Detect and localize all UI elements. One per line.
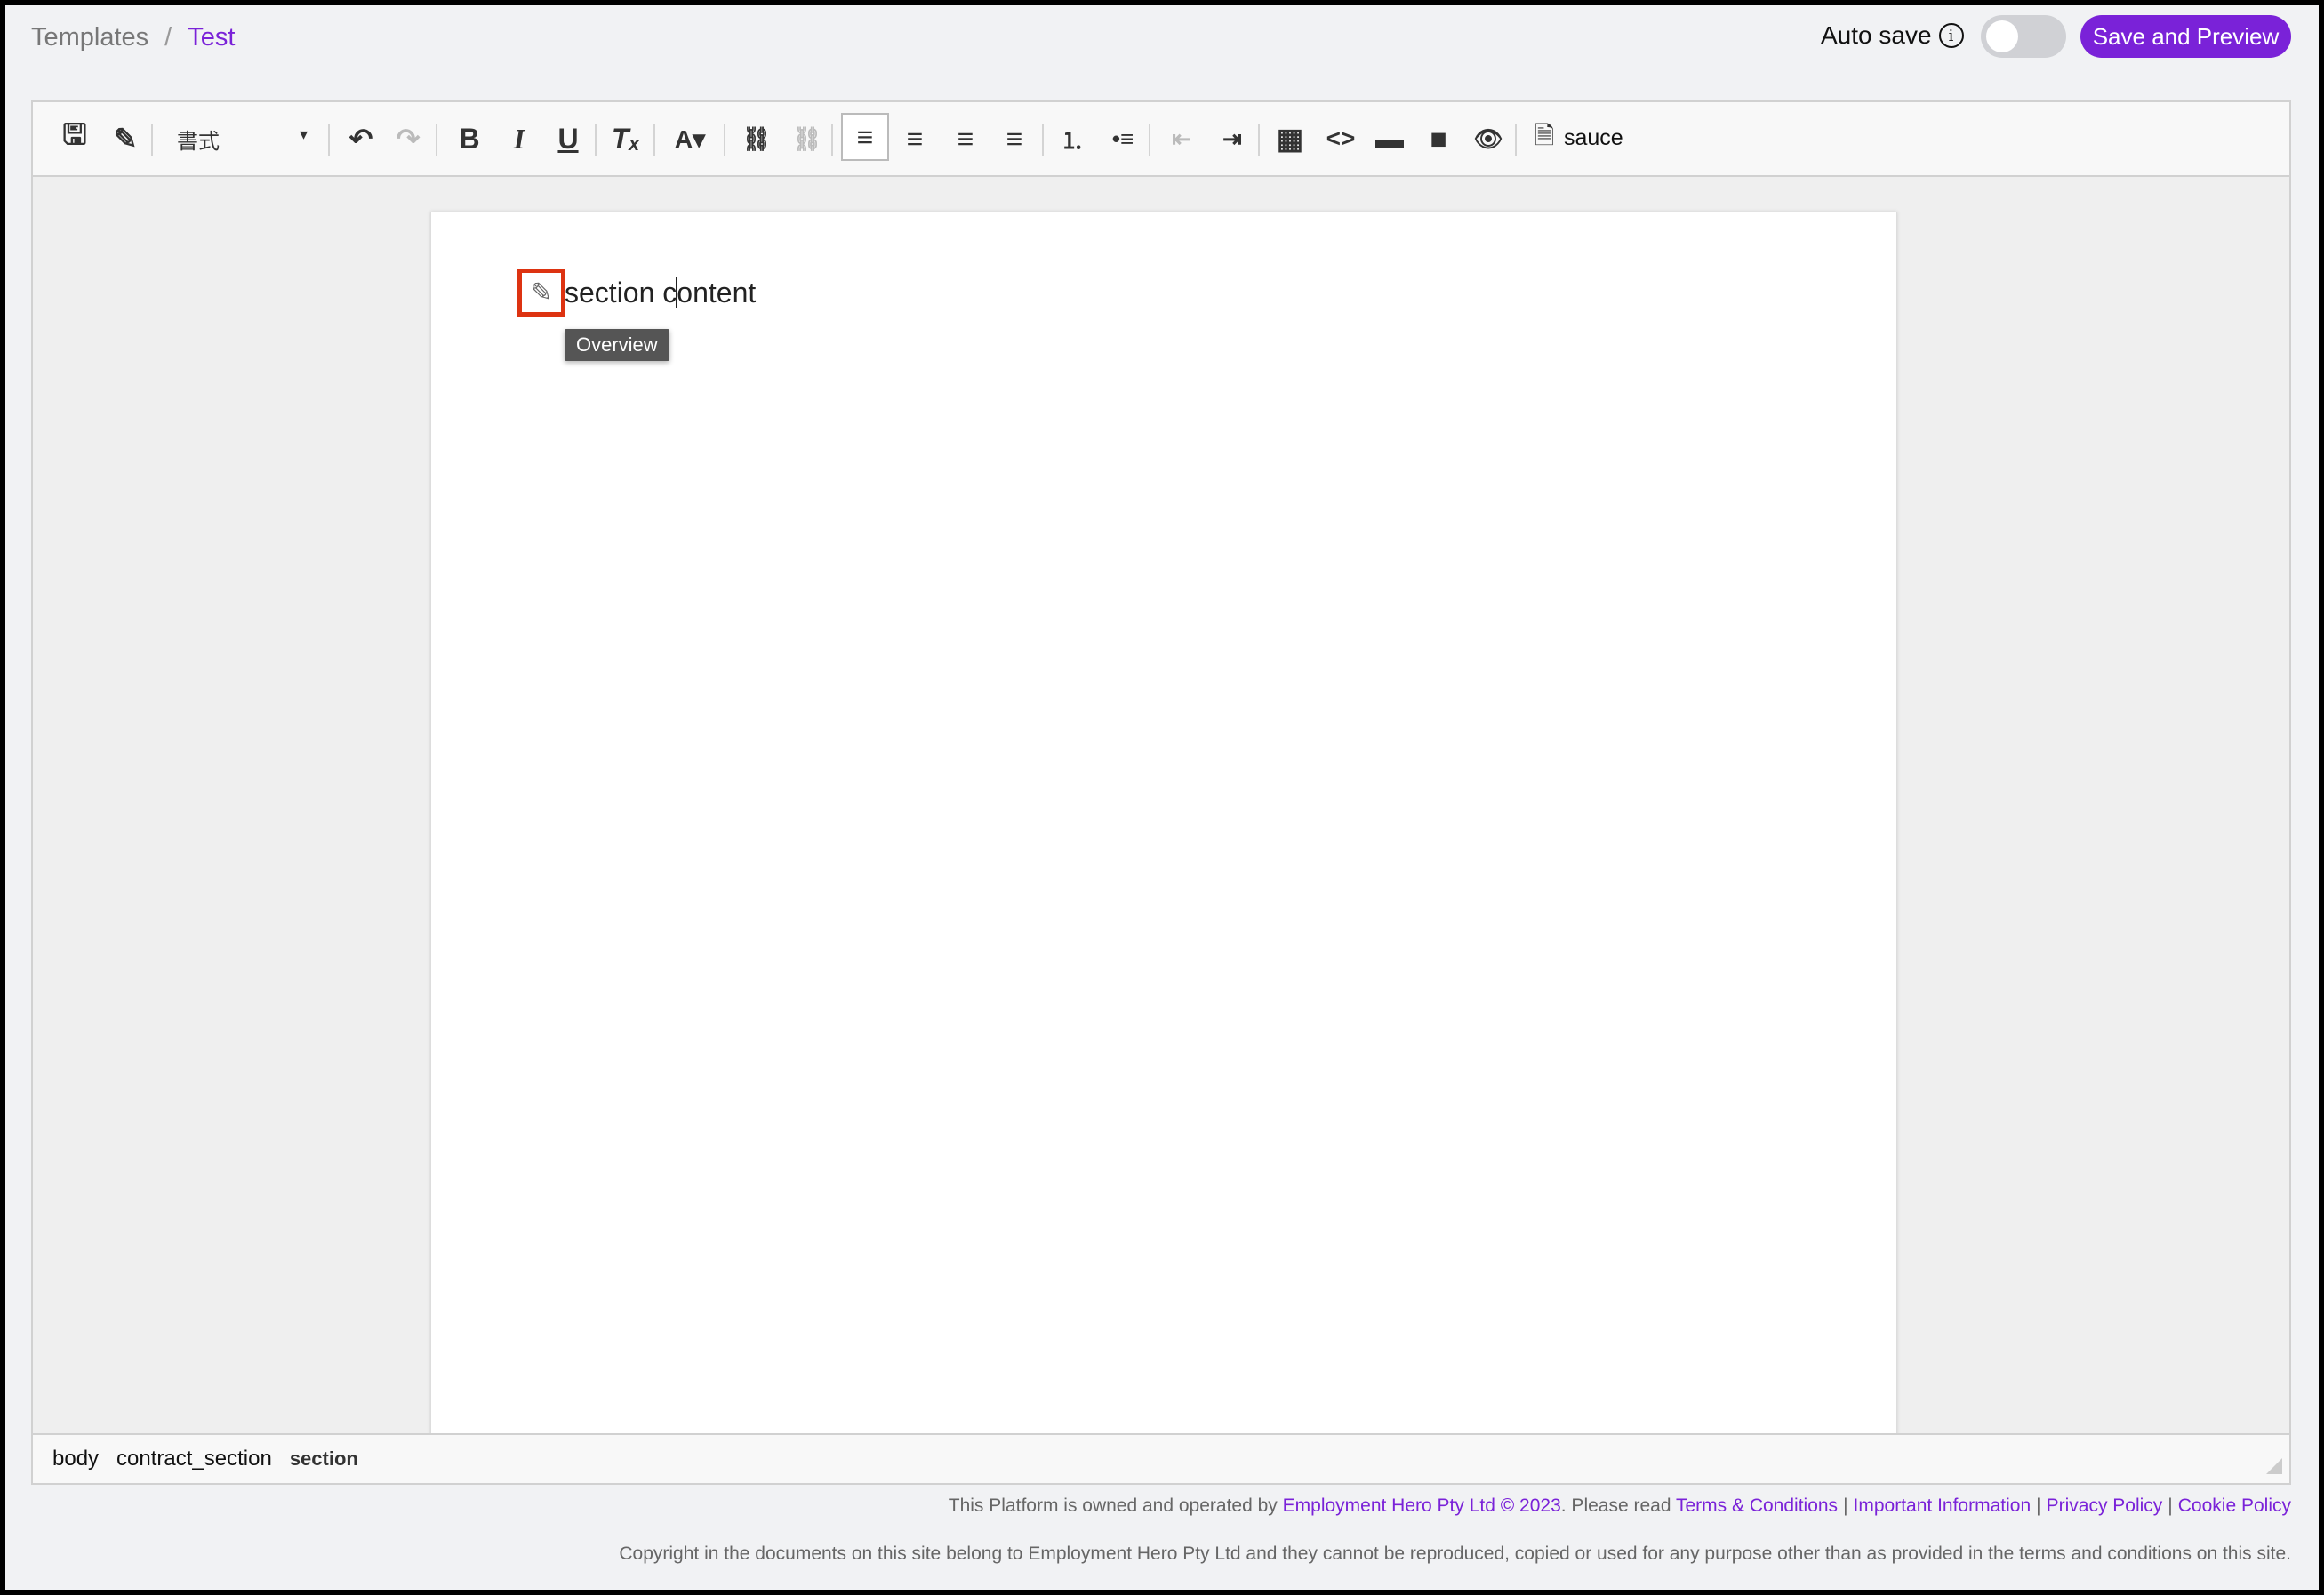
edit-icon[interactable]: ✎ [101, 115, 149, 163]
bulleted-list-icon[interactable]: •≡ [1099, 115, 1147, 163]
text-after-caret: ontent [677, 277, 756, 309]
auto-save-text: Auto save [1821, 21, 1932, 50]
toolbar-divider [436, 124, 437, 156]
breadcrumb-separator: / [164, 23, 172, 52]
document-page[interactable]: ✎ section content Overview [430, 212, 1897, 1433]
align-left-icon[interactable]: ≡ [841, 113, 889, 161]
footer-ownership: This Platform is owned and operated by E… [949, 1495, 2291, 1517]
table-icon[interactable]: ▦ [1266, 115, 1314, 163]
toolbar-divider [831, 124, 833, 156]
undo-icon[interactable]: ↶ [337, 115, 385, 163]
link-icon[interactable]: ⛓ [733, 115, 781, 163]
underline-icon[interactable]: U [544, 115, 592, 163]
numbered-list-icon[interactable]: ⒈ [1048, 115, 1096, 163]
footer-separator: | [2036, 1495, 2040, 1516]
format-dropdown[interactable]: 書式 [177, 124, 220, 155]
breadcrumb: Templates / Test [31, 23, 235, 52]
toolbar-divider [595, 124, 597, 156]
section-content-text[interactable]: section content [565, 277, 756, 309]
footer-text: This Platform is owned and operated by [949, 1495, 1278, 1516]
footer-text: . Please read [1561, 1495, 1671, 1516]
toolbar-divider [151, 124, 153, 156]
clear-format-icon[interactable]: Tₓ [602, 115, 650, 163]
text-color-icon[interactable]: A▾ [666, 115, 714, 163]
save-and-preview-button[interactable]: Save and Preview [2080, 15, 2291, 58]
element-path-statusbar: body contract_section section [33, 1433, 2289, 1483]
source-doc-icon[interactable]: 🗎 [1520, 115, 1568, 163]
save-icon[interactable]: 🖫 [51, 115, 99, 163]
toolbar-divider [328, 124, 330, 156]
text-before-caret: section c [565, 277, 677, 309]
unlink-icon[interactable]: ⛓ [783, 115, 831, 163]
italic-icon[interactable]: I [495, 115, 543, 163]
app-frame: Templates / Test Auto save i Save and Prev… [5, 5, 2319, 1590]
tooltip: Overview [565, 329, 669, 361]
toolbar-divider [1515, 124, 1517, 156]
footer-separator: | [2168, 1495, 2172, 1516]
outdent-icon[interactable]: ⇤ [1158, 115, 1206, 163]
toolbar-divider [1258, 124, 1260, 156]
path-body[interactable]: body [52, 1447, 99, 1471]
redo-icon[interactable]: ↷ [384, 115, 432, 163]
block-icon[interactable]: ■ [1414, 115, 1463, 163]
auto-save-label: Auto save i [1821, 21, 1964, 50]
editor-content-area: ✎ section content Overview [33, 177, 2289, 1433]
terms-link[interactable]: Terms & Conditions [1676, 1495, 1838, 1516]
align-center-icon[interactable]: ≡ [891, 115, 939, 163]
toggle-knob [1986, 20, 2018, 52]
privacy-link[interactable]: Privacy Policy [2047, 1495, 2163, 1516]
toolbar-divider [653, 124, 655, 156]
justify-icon[interactable]: ≡ [990, 115, 1038, 163]
footer-copyright: Copyright in the documents on this site … [619, 1543, 2291, 1565]
chevron-down-icon[interactable]: ▾ [300, 125, 308, 144]
code-icon[interactable]: <> [1317, 115, 1365, 163]
important-info-link[interactable]: Important Information [1854, 1495, 2031, 1516]
info-icon[interactable]: i [1939, 23, 1964, 48]
page-break-icon[interactable]: ▬ [1366, 115, 1414, 163]
footer-separator: | [1843, 1495, 1847, 1516]
source-button-label[interactable]: sauce [1564, 125, 1623, 151]
indent-icon[interactable]: ⇥ [1208, 115, 1256, 163]
path-section[interactable]: section [290, 1447, 358, 1471]
rich-text-editor: 🖫 ✎ 書式 ▾ ↶ ↷ B I U Tₓ A▾ ⛓ ⛓ ≡ ≡ ≡ ≡ ⒈ [31, 100, 2291, 1485]
align-right-icon[interactable]: ≡ [942, 115, 990, 163]
auto-save-toggle[interactable] [1981, 15, 2066, 58]
resize-handle-icon[interactable] [2266, 1458, 2282, 1474]
toolbar-divider [1149, 124, 1150, 156]
company-link[interactable]: Employment Hero Pty Ltd © 2023 [1283, 1495, 1561, 1516]
bold-icon[interactable]: B [445, 115, 493, 163]
preview-eye-icon[interactable]: 👁 [1464, 115, 1512, 163]
editor-toolbar: 🖫 ✎ 書式 ▾ ↶ ↷ B I U Tₓ A▾ ⛓ ⛓ ≡ ≡ ≡ ≡ ⒈ [33, 102, 2289, 177]
toolbar-divider [1042, 124, 1044, 156]
breadcrumb-current: Test [188, 23, 235, 52]
toolbar-divider [724, 124, 725, 156]
section-edit-icon[interactable]: ✎ [517, 269, 565, 317]
path-contract-section[interactable]: contract_section [116, 1447, 272, 1471]
cookie-link[interactable]: Cookie Policy [2178, 1495, 2291, 1516]
breadcrumb-templates[interactable]: Templates [31, 23, 148, 52]
